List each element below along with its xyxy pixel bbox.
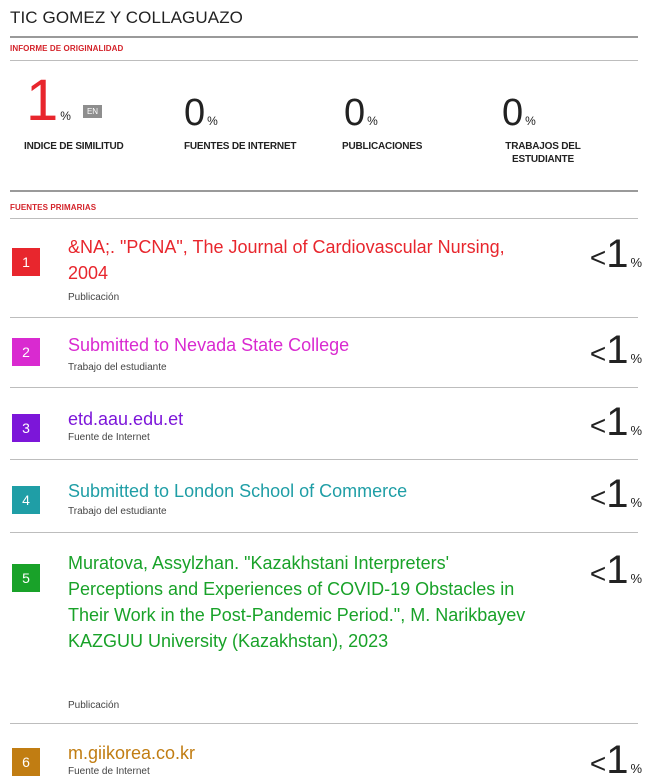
- internet-percent: %: [207, 114, 218, 128]
- sources-header-divider: [10, 218, 638, 219]
- less-than-sign: <: [589, 242, 607, 273]
- source-rank-badge: 3: [12, 414, 40, 442]
- source-title-link[interactable]: Muratova, Assylzhan. "Kazakhstani Interp…: [68, 550, 548, 654]
- match-percent-sign: %: [630, 761, 642, 776]
- match-value: 1: [606, 400, 629, 444]
- match-value: 1: [606, 548, 629, 592]
- source-rank-badge: 6: [12, 748, 40, 776]
- source-match-percent: <1%: [590, 232, 642, 277]
- match-percent-sign: %: [630, 351, 642, 366]
- less-than-sign: <: [589, 410, 607, 441]
- match-percent-sign: %: [630, 571, 642, 586]
- publications-value: 0: [344, 92, 366, 134]
- less-than-sign: <: [589, 558, 607, 589]
- source-divider: [10, 459, 638, 460]
- source-type: Trabajo del estudiante: [68, 362, 167, 373]
- source-type: Trabajo del estudiante: [68, 506, 167, 517]
- language-badge: EN: [82, 105, 103, 118]
- source-match-percent: <1%: [590, 738, 642, 783]
- source-title-link[interactable]: etd.aau.edu.et: [68, 406, 538, 432]
- similarity-value: 1: [26, 68, 59, 133]
- source-title-link[interactable]: Submitted to Nevada State College: [68, 332, 538, 358]
- similarity-percent: %: [60, 109, 71, 123]
- source-match-percent: <1%: [590, 328, 642, 373]
- source-rank-badge: 4: [12, 486, 40, 514]
- source-type: Publicación: [68, 292, 120, 303]
- match-value: 1: [606, 738, 629, 782]
- source-rank-badge: 2: [12, 338, 40, 366]
- originality-section-label: INFORME DE ORIGINALIDAD: [10, 44, 124, 53]
- title-divider: [10, 36, 638, 38]
- source-match-percent: <1%: [590, 472, 642, 517]
- source-rank-badge: 1: [12, 248, 40, 276]
- match-value: 1: [606, 232, 629, 276]
- internet-value: 0: [184, 92, 206, 134]
- stat-publications: 0%: [344, 88, 378, 138]
- stats-divider: [10, 190, 638, 192]
- report-title: TIC GOMEZ Y COLLAGUAZO: [10, 8, 244, 27]
- source-type: Fuente de Internet: [68, 432, 150, 443]
- match-percent-sign: %: [630, 255, 642, 270]
- less-than-sign: <: [589, 748, 607, 779]
- student-papers-value: 0: [502, 92, 524, 134]
- source-type: Publicación: [68, 700, 120, 711]
- match-percent-sign: %: [630, 423, 642, 438]
- stat-internet: 0%: [184, 88, 218, 138]
- stat-student-papers: 0%: [502, 88, 536, 138]
- match-percent-sign: %: [630, 495, 642, 510]
- stat-similarity: 1% EN: [26, 68, 103, 133]
- internet-label: FUENTES DE INTERNET: [184, 141, 297, 152]
- student-papers-percent: %: [525, 114, 536, 128]
- student-papers-label: TRABAJOS DEL ESTUDIANTE: [505, 141, 581, 165]
- source-title-link[interactable]: Submitted to London School of Commerce: [68, 478, 538, 504]
- similarity-label: INDICE DE SIMILITUD: [24, 141, 124, 152]
- less-than-sign: <: [589, 338, 607, 369]
- source-title-link[interactable]: m.giikorea.co.kr: [68, 740, 538, 766]
- source-match-percent: <1%: [590, 400, 642, 445]
- match-value: 1: [606, 472, 629, 516]
- primary-sources-section-label: FUENTES PRIMARIAS: [10, 203, 97, 212]
- publications-label: PUBLICACIONES: [342, 141, 423, 152]
- source-divider: [10, 387, 638, 388]
- source-divider: [10, 317, 638, 318]
- match-value: 1: [606, 328, 629, 372]
- source-divider: [10, 532, 638, 533]
- originality-divider: [10, 60, 638, 61]
- publications-percent: %: [367, 114, 378, 128]
- source-title-link[interactable]: &NA;. "PCNA", The Journal of Cardiovascu…: [68, 234, 538, 286]
- source-rank-badge: 5: [12, 564, 40, 592]
- less-than-sign: <: [589, 482, 607, 513]
- source-divider: [10, 723, 638, 724]
- source-type: Fuente de Internet: [68, 766, 150, 777]
- source-match-percent: <1%: [590, 548, 642, 593]
